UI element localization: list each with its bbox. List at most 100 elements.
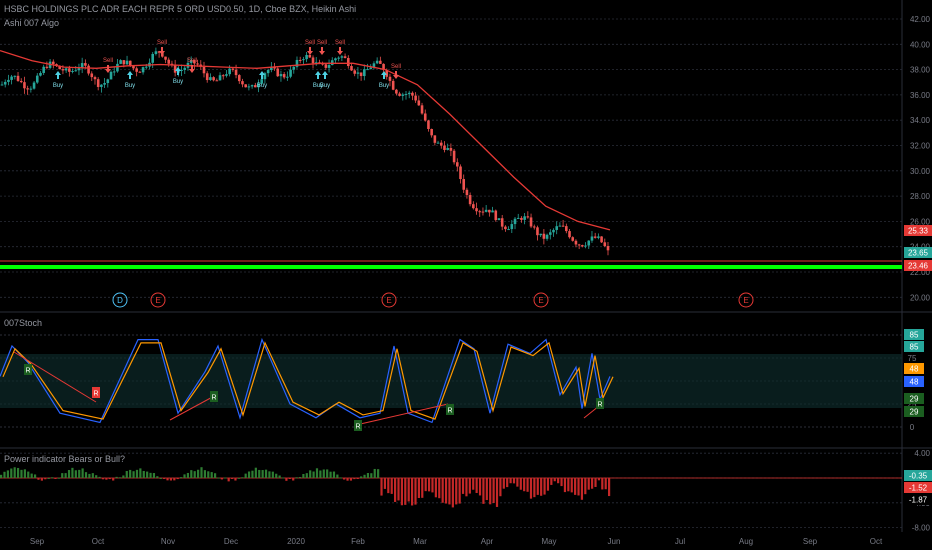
power-bar	[601, 478, 604, 490]
candle-body	[449, 148, 453, 151]
power-bar	[580, 478, 584, 500]
candle-body	[539, 233, 542, 236]
power-bar	[30, 473, 33, 478]
price-axis-label: 40.00	[910, 40, 931, 49]
candle-body	[423, 113, 427, 121]
candle-body	[209, 77, 212, 81]
candle-body	[369, 67, 373, 70]
power-bar	[410, 478, 414, 506]
price-axis-label: 20.00	[910, 293, 931, 302]
time-axis-label: Dec	[224, 537, 238, 546]
power-bar	[594, 478, 597, 487]
candle-body	[379, 60, 382, 64]
power-bar	[244, 473, 247, 478]
power-bar	[339, 477, 342, 479]
candle-body	[221, 75, 225, 77]
candle-body	[135, 68, 138, 72]
power-bar	[475, 478, 478, 494]
power-bar	[478, 478, 482, 496]
symbol-title[interactable]: HSBC HOLDINGS PLC ADR EACH REPR 5 ORD US…	[4, 4, 356, 14]
candle-body	[141, 67, 145, 73]
candle-body	[507, 229, 510, 231]
event-label: D	[117, 296, 123, 305]
candle-body	[398, 93, 401, 96]
buy-label: Buy	[320, 83, 330, 89]
candle-body	[109, 71, 113, 80]
candle-body	[532, 226, 536, 228]
power-bar	[414, 478, 417, 505]
power-bar	[360, 476, 363, 478]
event-label: E	[386, 296, 391, 305]
candle-body	[112, 71, 116, 73]
power-bar	[591, 478, 594, 489]
candle-body	[468, 195, 472, 205]
indicator-title-algo[interactable]: Ashi 007 Algo	[4, 18, 59, 28]
power-bar	[129, 469, 132, 478]
candle-body	[308, 54, 312, 58]
power-bar	[567, 478, 570, 492]
support-line	[0, 265, 902, 269]
candle-body	[446, 148, 449, 150]
candle-body	[565, 226, 568, 232]
power-bar	[315, 468, 319, 478]
candle-body	[443, 145, 446, 150]
candle-body	[545, 234, 549, 239]
candle-body	[29, 88, 33, 90]
r-marker-label: R	[355, 424, 360, 431]
power-bar	[455, 478, 458, 505]
candle-body	[154, 51, 158, 54]
candle-body	[472, 204, 475, 209]
power-bar	[458, 478, 461, 504]
indicator-title-power[interactable]: Power indicator Bears or Bull?	[4, 454, 125, 464]
candle-body	[10, 76, 13, 80]
candle-body	[23, 82, 26, 89]
buy-label: Buy	[257, 83, 267, 89]
power-bar	[186, 472, 190, 478]
power-bar	[444, 478, 448, 504]
level-badge-label: 23.46	[908, 262, 929, 271]
power-bar	[200, 467, 203, 478]
power-bar	[489, 478, 492, 505]
candle-body	[439, 142, 443, 146]
stoch-badge: 29	[910, 408, 919, 417]
power-bar	[608, 478, 611, 497]
power-bar	[213, 473, 217, 478]
candle-body	[577, 244, 581, 246]
candle-body	[327, 65, 331, 68]
candle-body	[250, 85, 254, 87]
power-bar	[312, 471, 315, 478]
price-axis-label: 38.00	[910, 66, 931, 75]
power-bar	[163, 478, 166, 479]
power-bar	[146, 471, 149, 478]
candle-body	[574, 240, 578, 245]
power-bar	[224, 477, 227, 479]
candle-body	[39, 72, 42, 76]
candle-body	[106, 79, 110, 84]
candle-body	[244, 84, 247, 88]
power-bar	[278, 475, 281, 478]
candle-body	[420, 105, 424, 114]
power-bar	[288, 478, 291, 479]
power-bar	[142, 470, 145, 478]
power-bar	[424, 478, 427, 492]
power-bar	[431, 478, 434, 493]
stoch-badge: 48	[910, 378, 919, 387]
candle-body	[513, 218, 517, 225]
sell-label: Sell	[103, 58, 113, 64]
power-bar	[529, 478, 533, 499]
chart-canvas[interactable]: Buy BuyBuyBuy BuyBuy BuySellSellSellSell Sel…	[0, 0, 932, 550]
candle-body	[555, 226, 558, 230]
sell-label: Sell	[187, 58, 197, 64]
candle-body	[138, 71, 142, 73]
power-bar	[27, 471, 30, 478]
candle-body	[52, 61, 55, 65]
power-bar	[44, 478, 47, 480]
candle-body	[68, 68, 71, 72]
candle-body	[407, 92, 411, 94]
power-bar	[319, 470, 322, 478]
candle-body	[77, 68, 81, 71]
indicator-title-stoch[interactable]: 007Stoch	[4, 318, 42, 328]
power-bar	[343, 478, 346, 480]
candle-body	[324, 64, 328, 68]
power-bar	[237, 477, 240, 479]
